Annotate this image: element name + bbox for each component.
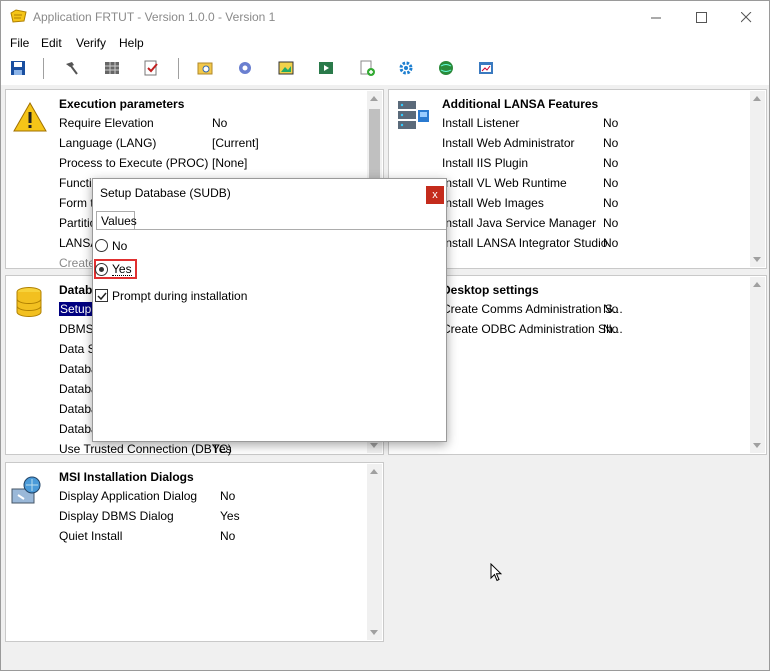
row-require-elevation-label[interactable]: Require Elevation — [59, 116, 154, 130]
row-quiet-install-label[interactable]: Quiet Install — [59, 529, 122, 543]
row-display-dbms-dialog-value[interactable]: Yes — [220, 509, 240, 523]
scroll-up-icon[interactable] — [753, 96, 761, 101]
image-icon[interactable] — [277, 59, 295, 77]
row-create-label[interactable]: Create — [59, 256, 95, 270]
verify-icon[interactable] — [142, 59, 160, 77]
row-process-label[interactable]: Process to Execute (PROC) — [59, 156, 208, 170]
scroll-down-icon[interactable] — [753, 443, 761, 448]
menu-bar: File Edit Verify Help — [1, 33, 769, 53]
gear-icon[interactable] — [397, 59, 415, 77]
row-install-vl-label[interactable]: Install VL Web Runtime — [442, 176, 567, 190]
row-require-elevation-value[interactable]: No — [212, 116, 227, 130]
prompt-checkbox[interactable] — [95, 289, 108, 302]
toolbar — [1, 53, 769, 85]
toolbar-separator — [43, 58, 44, 79]
row-install-jsm-label[interactable]: Install Java Service Manager — [442, 216, 596, 230]
grid-icon[interactable] — [103, 59, 121, 77]
app-window: Application FRTUT - Version 1.0.0 - Vers… — [0, 0, 770, 671]
msi-scrollbar[interactable] — [367, 464, 382, 640]
radio-selected-dot — [99, 267, 104, 272]
dialog-close-button[interactable]: x — [426, 186, 444, 204]
row-install-jsm-value[interactable]: No — [603, 216, 618, 230]
dialog-title: Setup Database (SUDB) — [100, 186, 231, 200]
add-document-icon[interactable] — [358, 59, 376, 77]
scroll-up-icon[interactable] — [370, 469, 378, 474]
warning-icon — [12, 100, 48, 136]
row-install-iis-value[interactable]: No — [603, 156, 618, 170]
database-icon — [14, 286, 50, 322]
menu-edit[interactable]: Edit — [41, 36, 62, 50]
menu-verify[interactable]: Verify — [76, 36, 106, 50]
row-install-integrator-value[interactable]: No — [603, 236, 618, 250]
minimize-button[interactable] — [633, 1, 679, 33]
additional-scrollbar[interactable] — [750, 91, 765, 267]
scroll-up-icon[interactable] — [753, 282, 761, 287]
row-comms-admin-label[interactable]: Create Comms Administration S... — [442, 302, 623, 316]
scroll-down-icon[interactable] — [753, 257, 761, 262]
database-title: Datab — [59, 283, 93, 297]
row-display-dbms-dialog-label[interactable]: Display DBMS Dialog — [59, 509, 174, 523]
maximize-button[interactable] — [678, 1, 724, 33]
row-language-label[interactable]: Language (LANG) — [59, 136, 156, 150]
row-install-vl-value[interactable]: No — [603, 176, 618, 190]
menu-file[interactable]: File — [10, 36, 29, 50]
menu-help[interactable]: Help — [119, 36, 144, 50]
app-logo-icon — [10, 9, 27, 23]
installer-icon — [10, 475, 46, 511]
scroll-down-icon[interactable] — [370, 443, 378, 448]
row-language-value[interactable]: [Current] — [212, 136, 259, 150]
radio-no-label[interactable]: No — [112, 239, 127, 253]
row-install-web-images-label[interactable]: Install Web Images — [442, 196, 544, 210]
row-install-integrator-label[interactable]: Install LANSA Integrator Studio — [442, 236, 607, 250]
row-odbc-admin-label[interactable]: Create ODBC Administration Sh... — [442, 322, 623, 336]
checkmark-icon — [96, 292, 107, 300]
row-odbc-admin-value[interactable]: No — [603, 322, 618, 336]
row-trusted-connection-label[interactable]: Use Trusted Connection (DBTC) — [59, 442, 232, 456]
setup-database-dialog: Setup Database (SUDB) x Values No Yes Pr… — [92, 178, 447, 442]
desktop-settings-title: Desktop settings — [442, 283, 539, 297]
msi-dialogs-title: MSI Installation Dialogs — [59, 470, 194, 484]
globe-icon[interactable] — [437, 59, 455, 77]
toolbar-separator — [178, 58, 179, 79]
tab-values[interactable]: Values — [96, 211, 137, 230]
row-trusted-connection-value[interactable]: Yes — [212, 442, 232, 456]
desktop-scrollbar[interactable] — [750, 277, 765, 453]
msi-dialogs-panel: MSI Installation Dialogs Display Applica… — [5, 462, 384, 642]
folder-search-icon[interactable] — [196, 59, 214, 77]
close-button[interactable] — [723, 1, 769, 33]
row-partition-label[interactable]: Partitio — [59, 216, 96, 230]
row-install-iis-label[interactable]: Install IIS Plugin — [442, 156, 528, 170]
close-icon: x — [432, 189, 438, 201]
window-title: Application FRTUT - Version 1.0.0 - Vers… — [33, 10, 276, 24]
row-install-listener-label[interactable]: Install Listener — [442, 116, 519, 130]
row-display-app-dialog-value[interactable]: No — [220, 489, 235, 503]
scroll-up-icon[interactable] — [370, 96, 378, 101]
hammer-icon[interactable] — [63, 59, 81, 77]
row-display-app-dialog-label[interactable]: Display Application Dialog — [59, 489, 197, 503]
row-install-web-admin-label[interactable]: Install Web Administrator — [442, 136, 575, 150]
component-icon[interactable] — [236, 59, 254, 77]
row-install-web-images-value[interactable]: No — [603, 196, 618, 210]
radio-yes-label[interactable]: Yes — [112, 263, 132, 276]
row-process-value[interactable]: [None] — [212, 156, 247, 170]
row-install-listener-value[interactable]: No — [603, 116, 618, 130]
chart-window-icon[interactable] — [477, 59, 495, 77]
row-comms-admin-value[interactable]: No — [603, 302, 618, 316]
save-icon[interactable] — [9, 59, 27, 77]
row-install-web-admin-value[interactable]: No — [603, 136, 618, 150]
prompt-checkbox-label[interactable]: Prompt during installation — [112, 289, 247, 303]
tab-divider — [96, 229, 446, 230]
row-quiet-install-value[interactable]: No — [220, 529, 235, 543]
radio-no[interactable] — [95, 239, 108, 252]
additional-features-title: Additional LANSA Features — [442, 97, 599, 111]
title-bar: Application FRTUT - Version 1.0.0 - Vers… — [1, 1, 769, 33]
radio-yes[interactable] — [95, 263, 108, 276]
row-data-source-label[interactable]: Data S — [59, 342, 96, 356]
mouse-cursor-icon — [490, 562, 503, 585]
video-icon[interactable] — [317, 59, 335, 77]
scroll-down-icon[interactable] — [370, 630, 378, 635]
execution-parameters-title: Execution parameters — [59, 97, 185, 111]
server-icon — [395, 98, 431, 134]
